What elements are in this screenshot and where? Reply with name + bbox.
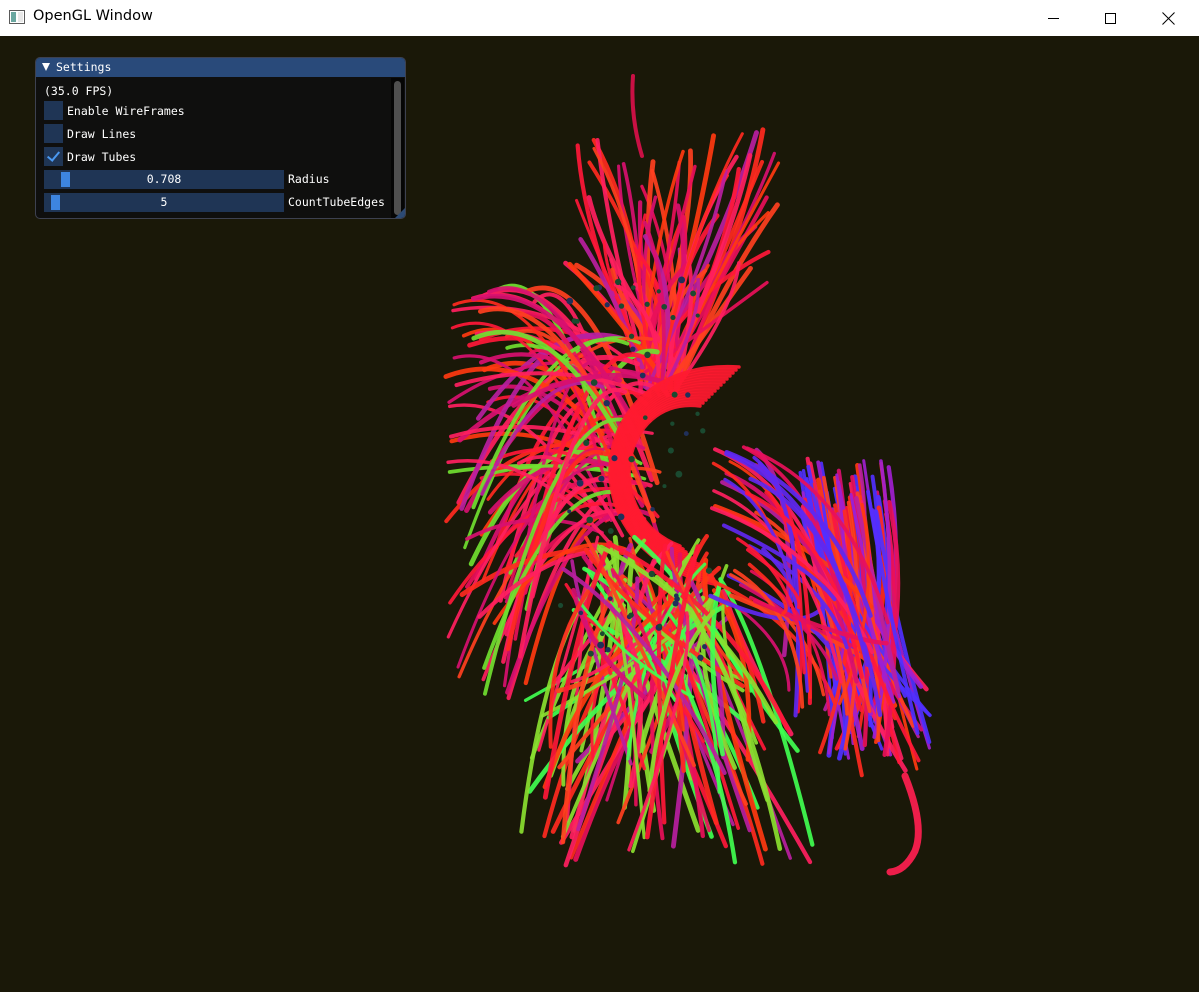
resize-grip-icon[interactable]: [395, 208, 405, 218]
fiber-end-cap: [648, 570, 655, 578]
fiber-end-cap: [593, 285, 600, 292]
slider-track[interactable]: 5: [44, 193, 284, 212]
fiber-end-cap: [685, 392, 691, 398]
fiber-end-cap: [661, 303, 668, 310]
slider-value: 0.708: [146, 172, 182, 186]
fiber-tube: [630, 74, 644, 158]
fiber-end-cap: [673, 593, 679, 599]
fiber-end-cap: [605, 646, 611, 653]
fiber-end-cap: [683, 431, 689, 436]
fiber-end-cap: [599, 631, 605, 637]
fiber-end-cap: [656, 289, 661, 294]
fiber-end-cap: [670, 421, 675, 426]
fiber-end-cap: [597, 641, 605, 649]
fiber-end-cap: [644, 351, 651, 359]
fiber-end-cap: [630, 285, 636, 290]
fiber-end-cap: [675, 470, 683, 478]
fiber-end-cap: [628, 612, 634, 618]
fiber-end-cap: [567, 509, 572, 514]
maximize-button[interactable]: [1081, 0, 1139, 36]
fiber-end-cap: [662, 484, 667, 489]
window-title: OpenGL Window: [33, 8, 153, 24]
slider-label: Radius: [288, 172, 330, 186]
fiber-end-cap: [639, 372, 646, 379]
checkbox-box[interactable]: [44, 124, 63, 143]
fiber-end-cap: [576, 479, 584, 487]
fiber-end-cap: [618, 303, 625, 309]
panel-scrollbar[interactable]: [391, 78, 404, 218]
fiber-end-cap: [598, 475, 605, 482]
fiber-end-cap: [617, 513, 625, 521]
fiber-end-cap: [607, 528, 614, 534]
fiber-end-cap: [667, 447, 674, 454]
checkbox-box[interactable]: [44, 101, 63, 120]
fiber-end-cap: [672, 600, 679, 607]
fiber-end-cap: [571, 318, 578, 324]
fiber-end-cap: [557, 602, 564, 608]
fiber-end-cap: [590, 379, 598, 386]
draw-lines-checkbox[interactable]: Draw Lines: [44, 124, 136, 143]
slider-track[interactable]: 0.708: [44, 170, 284, 189]
fiber-end-cap: [657, 623, 663, 629]
enable-wireframes-checkbox[interactable]: Enable WireFrames: [44, 101, 185, 120]
maximize-icon: [1104, 12, 1116, 24]
window-title-bar[interactable]: OpenGL Window: [0, 0, 1199, 36]
close-button[interactable]: [1139, 0, 1197, 36]
settings-panel-title: Settings: [56, 60, 112, 74]
fiber-end-cap: [628, 455, 635, 463]
fiber-end-cap: [702, 644, 708, 650]
fiber-end-cap: [695, 313, 700, 318]
fiber-end-cap: [642, 415, 648, 420]
fiber-end-cap: [650, 507, 655, 512]
fiber-end-cap: [670, 315, 676, 321]
minimize-button[interactable]: [1024, 0, 1082, 36]
collapse-arrow-icon[interactable]: [42, 63, 50, 71]
fiber-end-cap: [705, 567, 713, 574]
fiber-end-cap: [695, 411, 700, 416]
fiber-end-cap: [566, 297, 574, 305]
scrollbar-thumb[interactable]: [394, 81, 401, 215]
slider-value: 5: [160, 195, 168, 209]
fiber-tube: [886, 772, 922, 876]
fiber-end-cap: [630, 346, 636, 352]
fiber-end-cap: [678, 276, 686, 284]
fiber-end-cap: [604, 302, 610, 308]
fiber-end-cap: [587, 650, 594, 657]
fiber-end-cap: [583, 439, 590, 446]
close-icon: [1162, 12, 1175, 25]
fiber-end-cap: [690, 290, 697, 297]
fiber-end-cap: [578, 610, 584, 616]
checkbox-label: Draw Lines: [67, 126, 137, 141]
fiber-end-cap: [644, 301, 650, 307]
checkmark-icon[interactable]: [44, 147, 63, 166]
fiber-end-cap: [586, 516, 594, 524]
fiber-end-cap: [671, 391, 678, 398]
minimize-icon: [1047, 17, 1059, 19]
checkbox-label: Draw Tubes: [67, 149, 137, 164]
settings-panel-header[interactable]: Settings: [36, 58, 405, 77]
fiber-end-cap: [697, 654, 704, 661]
app-window-icon: [9, 10, 25, 24]
slider-label: CountTubeEdges: [288, 195, 385, 209]
checkbox-label: Enable WireFrames: [67, 103, 185, 118]
fiber-end-cap: [614, 278, 622, 286]
draw-tubes-checkbox[interactable]: Draw Tubes: [44, 147, 136, 166]
fiber-end-cap: [611, 455, 618, 462]
fiber-end-cap: [628, 333, 635, 339]
fiber-end-cap: [700, 428, 706, 434]
fiber-end-cap: [607, 596, 613, 601]
fiber-end-cap: [603, 399, 610, 407]
fps-readout: (35.0 FPS): [44, 84, 114, 98]
settings-panel[interactable]: Settings (35.0 FPS) Enable WireFrames Dr…: [35, 57, 406, 219]
